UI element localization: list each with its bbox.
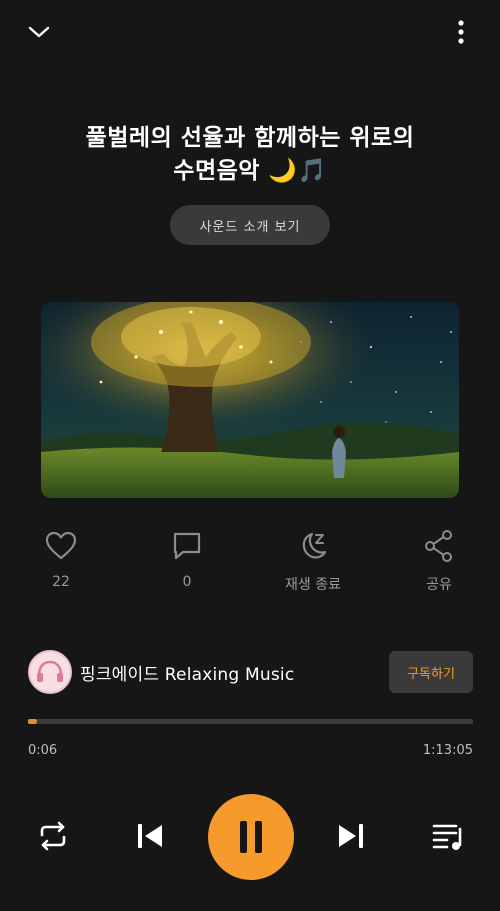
album-artwork [41,302,459,498]
sound-intro-button[interactable]: 사운드 소개 보기 [170,205,330,245]
progress-fill [28,719,37,724]
comment-icon[interactable] [147,528,227,564]
track-title-line2: 수면음악 🌙🎵 [173,158,327,184]
moon-zzz-icon[interactable] [273,528,353,564]
top-bar [0,0,500,64]
comment-action[interactable]: 0 [147,528,227,590]
sleep-timer-action[interactable]: 재생 종료 [273,528,353,594]
pause-icon [240,821,262,853]
share-icon[interactable] [399,528,479,564]
skip-next-icon[interactable] [333,818,369,854]
share-label: 공유 [426,577,452,593]
subscribe-button[interactable]: 구독하기 [389,651,473,693]
track-title-line1: 풀벌레의 선율과 함께하는 위로의 [85,125,415,151]
skip-previous-icon[interactable] [132,818,168,854]
channel-name[interactable]: 핑크에이드 Relaxing Music [80,660,294,685]
share-action[interactable]: 공유 [399,528,479,594]
repeat-icon[interactable] [33,818,73,854]
chevron-down-icon[interactable] [22,16,56,48]
channel-avatar[interactable] [28,650,72,694]
heart-icon[interactable] [21,528,101,564]
comment-count: 0 [182,574,192,590]
like-action[interactable]: 22 [21,528,101,590]
current-time: 0:06 [28,743,58,758]
pause-button[interactable] [208,794,294,880]
total-time: 1:13:05 [422,743,473,758]
track-title: 풀벌레의 선율과 함께하는 위로의 수면음악 🌙🎵 [40,122,460,188]
playlist-icon[interactable] [430,818,468,854]
like-count: 22 [52,574,70,590]
progress-bar[interactable] [28,719,473,724]
more-vertical-icon[interactable] [448,14,474,50]
sleep-timer-label: 재생 종료 [285,577,341,593]
